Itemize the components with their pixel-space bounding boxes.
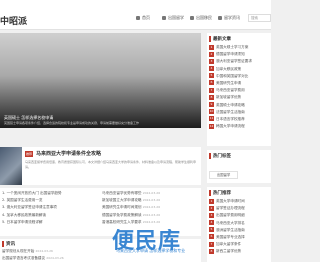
book-icon <box>162 16 166 20</box>
sidebar-latest-list: 1 英国大硕士学习方案 2 德国留学申请须知 3 澳大利亚留学签证要求 4 加拿大移民政… <box>209 44 270 130</box>
list-item[interactable]: 7 马来西亚留学费用 <box>209 87 270 94</box>
list-item[interactable]: 5 澳洲留学生活指南 <box>209 227 270 234</box>
news-icon <box>218 16 222 20</box>
nav-item-home[interactable]: 首页 <box>136 15 150 21</box>
list-item[interactable]: 德国留学免学费政策解读 2024-03-26 <box>102 212 200 219</box>
featured-description: 马来西亚留学费用低廉，教育质量获国际认可，本文详细介绍马来西亚大学的申请条件、材… <box>25 160 197 169</box>
list-item[interactable]: 3. 澳大利亚留学签证申请注意事项 <box>2 204 98 211</box>
search-input[interactable]: 搜索 <box>248 14 271 22</box>
home-icon <box>136 16 140 20</box>
list-item[interactable]: 8 新西兰留学优势 <box>209 248 270 255</box>
hero-slide[interactable] <box>0 33 201 128</box>
sidebar-tags-title: 热门标签 <box>209 153 231 159</box>
plane-icon <box>190 16 194 20</box>
sidebar-recommend-title: 热门推荐 <box>209 190 231 196</box>
list-item[interactable]: 4. 加拿大移民政策最新解读 <box>2 212 98 219</box>
list-item[interactable]: 4 马来西亚大学排名 <box>209 220 270 227</box>
list-item[interactable]: 8 新加坡留学优势 <box>209 94 270 101</box>
list-item[interactable]: 留学规划从现在开始 2024-03-26 <box>2 248 102 255</box>
list-item[interactable]: 2. 英国留学生活费用一览 <box>2 197 98 204</box>
list-item[interactable]: 9 英国硕士申请攻略 <box>209 102 270 109</box>
tag-link[interactable]: 出国留学 <box>209 171 238 179</box>
nav-item-news[interactable]: 留学资讯 <box>218 15 240 21</box>
bottom-section-title: 资讯 <box>2 241 15 247</box>
featured-title[interactable]: 马来西亚大学申请条件全攻略 <box>36 150 101 157</box>
featured-thumbnail[interactable] <box>0 147 22 185</box>
list-item[interactable]: 3 出国留学费用明细 <box>209 212 270 219</box>
nav-item-study[interactable]: 出国留学 <box>162 15 184 21</box>
featured-badge: 推荐 <box>25 151 33 157</box>
list-item[interactable]: 3 澳大利亚留学签证要求 <box>209 58 270 65</box>
list-item[interactable]: 12 韩国大学申请流程 <box>209 123 270 130</box>
list-item[interactable]: 5 中国和英国留学对比 <box>209 73 270 80</box>
right-article-list: 马来西亚留学优势有哪些 2024-03-26 新加坡国立大学申请攻略 2024-… <box>102 190 200 226</box>
nav-item-immigration[interactable]: 出国移民 <box>190 15 212 21</box>
watermark-caption: 马来西亚大学申请 怎样选择学校和专业 <box>116 248 186 253</box>
list-item[interactable]: 10 法国留学生活指南 <box>209 109 270 116</box>
site-logo[interactable]: 中昭派 <box>0 14 27 27</box>
slide-description: 英国硕士申请各项条件介绍，选择合适的院校和专业是申请成功的关键，申请前需要做好充… <box>4 121 140 125</box>
list-item[interactable]: 1 英国大硕士学习方案 <box>209 44 270 51</box>
left-article-list: 1. 一个宽阔开放的大门 出国留学趋势 2. 英国留学生活费用一览 3. 澳大利… <box>2 190 98 226</box>
list-item[interactable]: 马来西亚留学优势有哪些 2024-03-26 <box>102 190 200 197</box>
list-item[interactable]: 7 加拿大留学条件 <box>209 241 270 248</box>
list-item[interactable]: 1. 一个宽阔开放的大门 出国留学趋势 <box>2 190 98 197</box>
list-item[interactable]: 出国留学语言考试准备建议 2024-03-26 <box>2 255 102 262</box>
list-item[interactable]: 美国研究生申请时间规划 2024-03-26 <box>102 204 200 211</box>
sidebar-latest-title: 最新文章 <box>209 36 231 42</box>
list-item[interactable]: 1 英国大学申请时间 <box>209 198 270 205</box>
list-item[interactable]: 新加坡国立大学申请攻略 2024-03-26 <box>102 197 200 204</box>
list-item[interactable]: 5. 日本留学申请流程详解 <box>2 219 98 226</box>
list-item[interactable]: 2 德国留学申请须知 <box>209 51 270 58</box>
sidebar-recommend-list: 1 英国大学申请时间 2 留学签证办理流程 3 出国留学费用明细 4 马来西亚大学排名 … <box>209 198 270 256</box>
list-item[interactable]: 4 加拿大移民政策 <box>209 66 270 73</box>
list-item[interactable]: 2 留学签证办理流程 <box>209 205 270 212</box>
list-item[interactable]: 6 美国研究生申请 <box>209 80 270 87</box>
bottom-list: 留学规划从现在开始 2024-03-26 出国留学语言考试准备建议 2024-0… <box>2 248 102 262</box>
list-item[interactable]: 11 日本语言学校推荐 <box>209 116 270 123</box>
list-item[interactable]: 6 美国留学专业选择 <box>209 234 270 241</box>
